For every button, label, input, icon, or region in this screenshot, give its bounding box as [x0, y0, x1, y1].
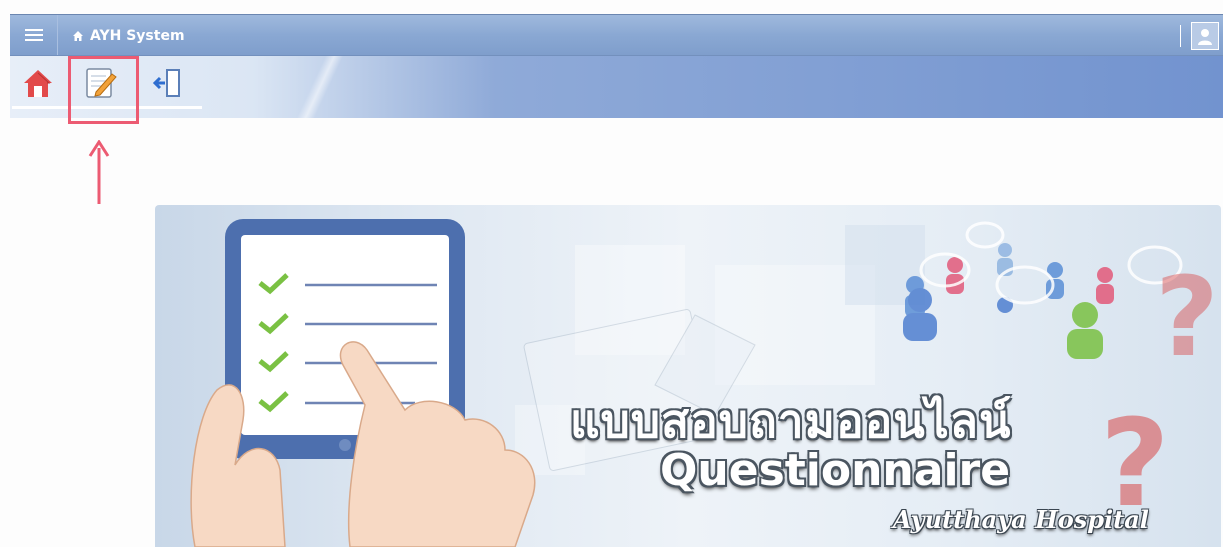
title-bar: AYH System — [10, 14, 1223, 56]
home-icon — [24, 70, 52, 97]
svg-text:?: ? — [1155, 253, 1219, 381]
app-title: AYH System — [90, 28, 185, 44]
user-account-button[interactable] — [1191, 22, 1219, 50]
banner-title-english: Questionnaire — [660, 445, 1011, 496]
divider — [1180, 25, 1181, 47]
toolbar-logout-button[interactable] — [148, 64, 188, 102]
banner-hospital-name: Ayutthaya Hospital — [893, 505, 1149, 534]
hamburger-menu-button[interactable] — [10, 15, 58, 55]
user-icon — [1198, 29, 1212, 45]
hamburger-icon — [24, 26, 43, 44]
home-small-icon — [73, 31, 83, 41]
pointer-arrow-icon — [88, 140, 110, 204]
logout-icon — [152, 69, 180, 97]
highlight-box — [68, 56, 139, 124]
app-window: AYH System ? ? แบบสอบถามออนไลน์ Question… — [0, 0, 1223, 547]
toolbar-home-button[interactable] — [18, 64, 58, 102]
questionnaire-banner: ? ? แบบสอบถามออนไลน์ Questionnaire Ayutt… — [155, 205, 1221, 547]
app-brand[interactable]: AYH System — [72, 25, 185, 47]
